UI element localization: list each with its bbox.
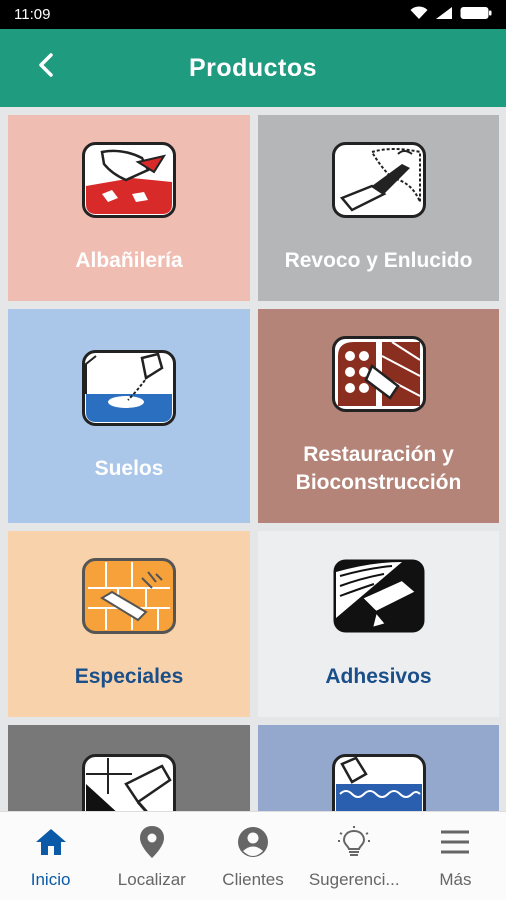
status-time: 11:09 [14, 6, 51, 23]
plaster-trowel-icon [331, 141, 426, 219]
tile-label: Albañilería [75, 249, 183, 272]
tile-label: Adhesivos [325, 665, 432, 688]
tile-label: Revoco y Enlucido [284, 249, 473, 272]
bottom-navigation: Inicio Localizar Clientes Sugerenci... M… [0, 811, 506, 900]
lightbulb-icon [336, 824, 372, 860]
masonry-trowel-icon [82, 141, 176, 219]
account-circle-icon [237, 824, 269, 860]
tile-label: Restauración y Bioconstrucción [295, 443, 462, 494]
signal-icon [435, 6, 453, 24]
tile-impermeabilizacion[interactable] [258, 725, 499, 811]
location-pin-icon [139, 824, 165, 860]
restoration-icon [331, 335, 426, 413]
product-grid: Albañilería Revoco y Enlucido Suelos Res… [0, 107, 506, 811]
tile-wall-icon [82, 753, 176, 811]
wifi-icon [410, 5, 428, 24]
nav-mas[interactable]: Más [405, 812, 506, 900]
tile-adhesivos[interactable]: Adhesivos [258, 531, 499, 717]
tile-revoco-enlucido[interactable]: Revoco y Enlucido [258, 115, 499, 301]
nav-sugerencias[interactable]: Sugerenci... [304, 812, 405, 900]
nav-clientes[interactable]: Clientes [202, 812, 303, 900]
nav-localizar[interactable]: Localizar [101, 812, 202, 900]
tile-restauracion-bioconstruccion[interactable]: Restauración y Bioconstrucción [258, 309, 499, 523]
page-title: Productos [188, 54, 318, 82]
special-products-icon [82, 557, 176, 635]
home-icon [34, 824, 68, 860]
status-bar: 11:09 [0, 0, 506, 29]
tile-revestimiento[interactable] [8, 725, 250, 811]
nav-inicio[interactable]: Inicio [0, 812, 101, 900]
menu-icon [439, 824, 471, 860]
battery-icon [460, 6, 492, 24]
floor-pour-icon [82, 349, 176, 427]
app-bar: Productos [0, 29, 506, 107]
adhesive-trowel-icon [332, 557, 426, 635]
waterproofing-icon [331, 753, 426, 811]
tile-albanileria[interactable]: Albañilería [8, 115, 250, 301]
tile-suelos[interactable]: Suelos [8, 309, 250, 523]
tile-label: Especiales [74, 665, 184, 688]
tile-label: Suelos [94, 457, 164, 480]
tile-especiales[interactable]: Especiales [8, 531, 250, 717]
